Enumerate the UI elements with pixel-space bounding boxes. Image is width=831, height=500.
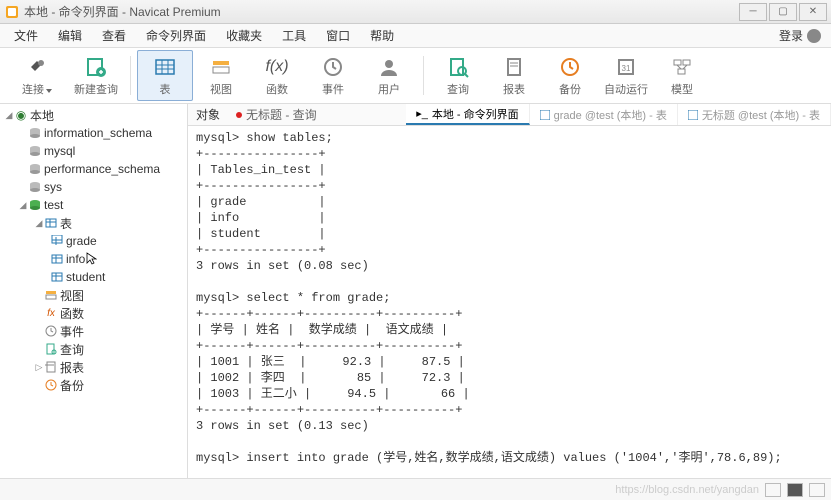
backup-icon: [44, 378, 58, 392]
menu-file[interactable]: 文件: [4, 24, 48, 48]
titlebar: 本地 - 命令列界面 - Navicat Premium ─ ▢ ✕: [0, 0, 831, 24]
window-title: 本地 - 命令列界面 - Navicat Premium: [24, 3, 739, 20]
unsaved-dot-icon: [236, 112, 242, 118]
user-icon: [377, 55, 401, 79]
table-icon: [688, 110, 698, 120]
tree-table-info[interactable]: info: [0, 250, 187, 268]
sidebar-tree[interactable]: ◢◉本地 information_schema mysql performanc…: [0, 104, 188, 478]
server-icon: ◉: [14, 108, 28, 122]
avatar-icon[interactable]: [807, 29, 821, 43]
tree-db-sys[interactable]: sys: [0, 178, 187, 196]
new-query-icon: [84, 55, 108, 79]
toolbar-report[interactable]: 报表: [486, 50, 542, 101]
tree-events[interactable]: 事件: [0, 322, 187, 340]
table-icon: [153, 55, 177, 79]
database-icon: [28, 180, 42, 194]
toolbar-view[interactable]: 视图: [193, 50, 249, 101]
clock-icon: [321, 55, 345, 79]
toolbar-connect[interactable]: 连接: [6, 50, 68, 101]
cli-console[interactable]: mysql> show tables; +----------------+ |…: [188, 126, 831, 478]
auto-icon: 31: [614, 55, 638, 79]
tree-views[interactable]: 视图: [0, 286, 187, 304]
tables-icon: [44, 216, 58, 230]
model-icon: [670, 55, 694, 79]
plug-icon: [25, 55, 49, 79]
status-box-2[interactable]: [787, 483, 803, 497]
tree-tables-folder[interactable]: ◢表: [0, 214, 187, 232]
tree-db-performance-schema[interactable]: performance_schema: [0, 160, 187, 178]
toolbar: 连接 新建查询 表 视图 f(x) 函数 事件 用户 查询 报表 备份 31 自…: [0, 48, 831, 104]
report-icon: [502, 55, 526, 79]
database-icon: [28, 144, 42, 158]
query-icon: [44, 342, 58, 356]
ctx-query[interactable]: 无标题 - 查询: [228, 106, 325, 123]
report-icon: [44, 360, 58, 374]
status-box-1[interactable]: [765, 483, 781, 497]
toolbar-table[interactable]: 表: [137, 50, 193, 101]
maximize-button[interactable]: ▢: [769, 3, 797, 21]
window-buttons: ─ ▢ ✕: [739, 3, 827, 21]
menu-fav[interactable]: 收藏夹: [216, 24, 272, 48]
tree-reports[interactable]: ▷报表: [0, 358, 187, 376]
cli-icon: ▸_: [416, 107, 428, 120]
toolbar-new-query[interactable]: 新建查询: [68, 50, 124, 101]
tree-queries[interactable]: 查询: [0, 340, 187, 358]
tree-table-grade[interactable]: grade: [0, 232, 187, 250]
cursor-icon: [85, 252, 97, 266]
table-icon: [50, 270, 64, 284]
app-icon: [4, 4, 20, 20]
tree-backup[interactable]: 备份: [0, 376, 187, 394]
toolbar-event[interactable]: 事件: [305, 50, 361, 101]
toolbar-auto[interactable]: 31 自动运行: [598, 50, 654, 101]
view-icon: [44, 288, 58, 302]
tree-db-test[interactable]: ◢test: [0, 196, 187, 214]
status-box-3[interactable]: [809, 483, 825, 497]
menu-cli[interactable]: 命令列界面: [136, 24, 216, 48]
table-icon: [50, 252, 64, 266]
menu-edit[interactable]: 编辑: [48, 24, 92, 48]
database-icon: [28, 126, 42, 140]
menu-tools[interactable]: 工具: [272, 24, 316, 48]
login-link[interactable]: 登录: [779, 27, 803, 44]
database-icon: [28, 198, 42, 212]
query-icon: [446, 55, 470, 79]
toolbar-model[interactable]: 模型: [654, 50, 710, 101]
tab-grade[interactable]: grade @test (本地) - 表: [530, 104, 678, 125]
table-icon: [50, 234, 64, 248]
view-icon: [209, 55, 233, 79]
tree-db-mysql[interactable]: mysql: [0, 142, 187, 160]
ctx-objects[interactable]: 对象: [188, 106, 228, 123]
menubar: 文件 编辑 查看 命令列界面 收藏夹 工具 窗口 帮助 登录: [0, 24, 831, 48]
tree-functions[interactable]: fx函数: [0, 304, 187, 322]
tree-server[interactable]: ◢◉本地: [0, 106, 187, 124]
svg-text:31: 31: [622, 64, 631, 73]
database-icon: [28, 162, 42, 176]
minimize-button[interactable]: ─: [739, 3, 767, 21]
fx-icon: fx: [44, 306, 58, 320]
menu-help[interactable]: 帮助: [360, 24, 404, 48]
clock-icon: [44, 324, 58, 338]
backup-icon: [558, 55, 582, 79]
table-icon: [540, 110, 550, 120]
tab-untitled[interactable]: 无标题 @test (本地) - 表: [678, 104, 831, 125]
tab-cli[interactable]: ▸_本地 - 命令列界面: [406, 104, 529, 125]
toolbar-backup[interactable]: 备份: [542, 50, 598, 101]
close-button[interactable]: ✕: [799, 3, 827, 21]
toolbar-query[interactable]: 查询: [430, 50, 486, 101]
toolbar-user[interactable]: 用户: [361, 50, 417, 101]
watermark: https://blog.csdn.net/yangdan: [615, 484, 759, 496]
fx-icon: f(x): [265, 55, 289, 79]
status-bar: https://blog.csdn.net/yangdan: [0, 478, 831, 500]
tree-table-student[interactable]: student: [0, 268, 187, 286]
toolbar-fx[interactable]: f(x) 函数: [249, 50, 305, 101]
tree-db-information-schema[interactable]: information_schema: [0, 124, 187, 142]
menu-view[interactable]: 查看: [92, 24, 136, 48]
menu-window[interactable]: 窗口: [316, 24, 360, 48]
